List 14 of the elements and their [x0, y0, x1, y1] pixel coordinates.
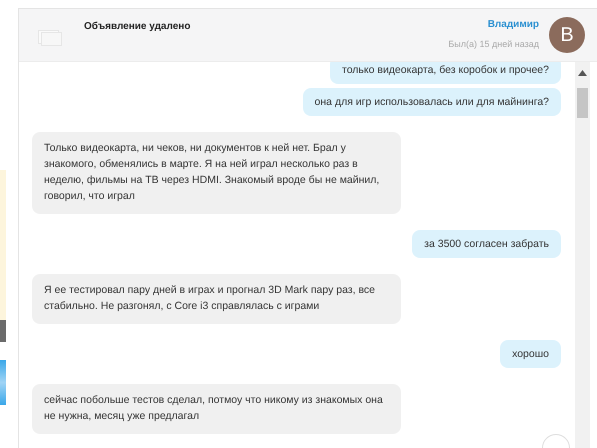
scroll-up-icon[interactable]: [578, 70, 587, 76]
incoming-message: сейчас побольше тестов сделал, потмоу что никому из знакомых она не нужна, месяц уже предлагал: [32, 384, 401, 434]
last-seen: Был(а) 15 дней назад: [448, 39, 539, 49]
outgoing-message: за 3500 согласен забрать: [412, 230, 561, 258]
avatar[interactable]: В: [549, 17, 585, 53]
scrollbar[interactable]: [575, 62, 590, 448]
listing-title[interactable]: Объявление удалено: [84, 21, 448, 32]
outgoing-message: только видеокарта, без коробок и прочее?: [330, 62, 561, 84]
outgoing-message: она для игр использовалась или для майнинга?: [302, 88, 561, 116]
incoming-message: Я ее тестировал пару дней в играх и прогнал 3D Mark пару раз, все стабильно. Не разгонял, с Core i3 справлялась с играми: [32, 274, 401, 324]
scroll-thumb[interactable]: [577, 88, 588, 118]
incoming-message: Только видеокарта, ни чеков, ни документов к ней нет. Брал у знакомого, обменялись в марте. Я на ней играл несколько раз в неделю, фильмы на ТВ через HDMI. Знакомый вроде бы не майнил, говорил, что играл: [32, 132, 401, 214]
outgoing-message: хорошо: [500, 340, 561, 368]
contact-name[interactable]: Владимир: [488, 19, 539, 30]
